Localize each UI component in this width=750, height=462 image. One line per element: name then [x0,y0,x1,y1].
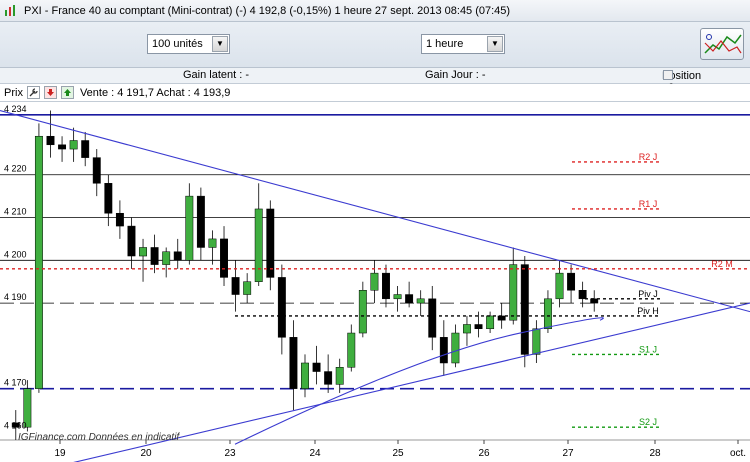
x-tick-label: 23 [224,448,236,459]
candle-body [173,251,182,261]
candle-body [347,332,356,368]
chevron-down-icon[interactable]: ▼ [212,36,228,52]
candle-body [92,157,101,184]
price-bar: Prix Vente : 4 191,7 Achat : 4 193,9 [0,84,750,102]
candle-body [104,183,113,214]
y-tick-label: 4 160 [4,420,27,430]
pivot-label: R2 M [711,259,733,269]
toolbar: 100 unités ▼ 1 heure ▼ [0,22,750,68]
candle-body [358,290,367,334]
candlestick-series [11,110,599,440]
candle-body [139,247,147,257]
candle-body [150,247,159,265]
watermark-text: IGFinance.com Données en indicatif [18,432,180,443]
chart-settings-button[interactable] [700,28,744,60]
y-tick-label: 4 200 [4,249,27,259]
candle-body [428,298,437,338]
candle-body [578,290,587,300]
pivot-label: S1 J [639,344,657,354]
candle-body [405,294,414,304]
gain-jour: Gain Jour : - [425,69,486,81]
bid-ask-quote: Vente : 4 191,7 Achat : 4 193,9 [79,86,231,99]
pivot-label: Piv J [638,289,658,299]
account-info-bar: Gain latent : - Gain Jour : - Position :… [0,68,750,94]
candle-body [58,144,67,150]
x-tick-label: 19 [54,448,66,459]
candle-body [393,294,402,300]
candle-body [520,264,529,355]
y-tick-label: 4 190 [4,292,27,302]
y-tick-label: 4 220 [4,164,27,174]
candle-body [208,238,217,248]
units-select-value: 100 unités [152,38,203,50]
x-tick-label: 25 [392,448,404,459]
price-label: Prix [4,86,23,99]
x-tick-label: 26 [478,448,490,459]
candle-body [162,251,171,265]
candle-body [289,337,298,389]
candle-body [474,324,483,330]
candle-body [220,238,228,278]
candle-body [370,272,379,291]
position-icon[interactable] [663,70,673,80]
candle-body [69,140,78,150]
app-icon [5,4,15,16]
candle-body [231,277,240,295]
candle-body [243,281,252,295]
candle-body [451,332,460,364]
y-tick-label: 4 210 [4,207,27,217]
units-select[interactable]: 100 unités ▼ [147,34,230,54]
candle-body [416,298,425,304]
candle-body [509,264,518,321]
x-tick-label: oct. [730,448,746,459]
candle-body [34,135,43,389]
candle-body [567,272,576,291]
x-tick-label: 20 [140,448,152,459]
x-tick-label: 27 [562,448,574,459]
candle-body [543,298,552,330]
gain-latent: Gain latent : - [183,69,250,81]
chevron-down-icon[interactable]: ▼ [487,36,503,52]
chart-tools-icon [704,34,742,54]
interval-select[interactable]: 1 heure ▼ [421,34,505,54]
candle-body [532,328,541,355]
candle-body [266,208,275,278]
candle-body [555,272,564,300]
wrench-icon[interactable] [26,86,40,99]
candle-body [312,362,321,372]
candle-body [335,367,344,385]
x-tick-label: 28 [649,448,661,459]
candle-body [127,225,136,257]
window-title: PXI - France 40 au comptant (Mini-contra… [24,4,511,17]
candle-body [46,135,55,146]
candle-body [254,208,263,282]
candle-body [277,277,286,338]
candle-body [185,195,194,261]
sell-arrow-icon[interactable] [43,86,57,99]
candle-body [301,362,309,389]
candle-body [115,212,124,227]
price-chart[interactable]: 4 234 4 220 4 210 4 200 4 190 4 170 4 160 19 20 2… [0,102,750,462]
interval-select-value: 1 heure [426,38,464,50]
pivot-label: R2 J [639,152,658,162]
y-tick-label: 4 234 [4,104,27,114]
candle-body [486,315,495,330]
title-bar: PXI - France 40 au comptant (Mini-contra… [0,0,750,22]
candle-body [382,272,390,300]
candle-body [324,371,333,385]
pivot-label: Piv H [637,306,659,316]
candle-body [463,324,471,334]
candle-body [439,337,448,364]
y-tick-label: 4 170 [4,378,27,388]
x-axis-band [0,440,750,462]
candle-body [81,140,90,158]
candle-body [196,195,205,248]
x-tick-label: 24 [309,448,321,459]
pivot-label: R1 J [639,199,658,209]
buy-arrow-icon[interactable] [60,86,74,99]
pivot-label: S2 J [639,417,657,427]
